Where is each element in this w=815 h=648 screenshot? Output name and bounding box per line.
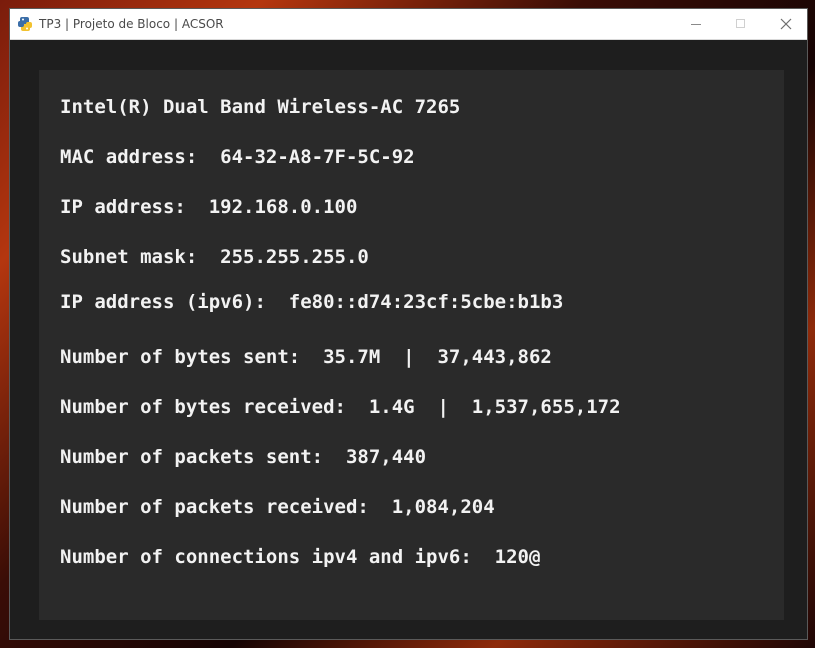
close-button[interactable]: [763, 9, 808, 39]
app-window: TP3 | Projeto de Bloco | ACSOR Intel(R) …: [9, 8, 808, 640]
network-info-panel: Intel(R) Dual Band Wireless-AC 7265 MAC …: [39, 70, 784, 620]
title-bar[interactable]: TP3 | Projeto de Bloco | ACSOR: [10, 9, 807, 40]
ipv6-address-line: IP address (ipv6): fe80::d74:23cf:5cbe:b…: [60, 291, 564, 313]
ip-address-line: IP address: 192.168.0.100: [60, 196, 358, 218]
connections-line: Number of connections ipv4 and ipv6: 120…: [60, 546, 541, 568]
close-icon: [780, 18, 792, 30]
python-snake-icon: [17, 16, 33, 32]
maximize-button[interactable]: [718, 9, 763, 39]
subnet-mask-line: Subnet mask: 255.255.255.0: [60, 246, 369, 268]
bytes-received-line: Number of bytes received: 1.4G | 1,537,6…: [60, 396, 621, 418]
minimize-button[interactable]: [673, 9, 718, 39]
maximize-icon: [736, 19, 745, 28]
window-title: TP3 | Projeto de Bloco | ACSOR: [39, 17, 224, 31]
packets-received-line: Number of packets received: 1,084,204: [60, 496, 495, 518]
packets-sent-line: Number of packets sent: 387,440: [60, 446, 427, 468]
adapter-name: Intel(R) Dual Band Wireless-AC 7265: [60, 96, 461, 118]
minimize-icon: [691, 24, 701, 25]
bytes-sent-line: Number of bytes sent: 35.7M | 37,443,862: [60, 346, 552, 368]
mac-address-line: MAC address: 64-32-A8-7F-5C-92: [60, 146, 415, 168]
